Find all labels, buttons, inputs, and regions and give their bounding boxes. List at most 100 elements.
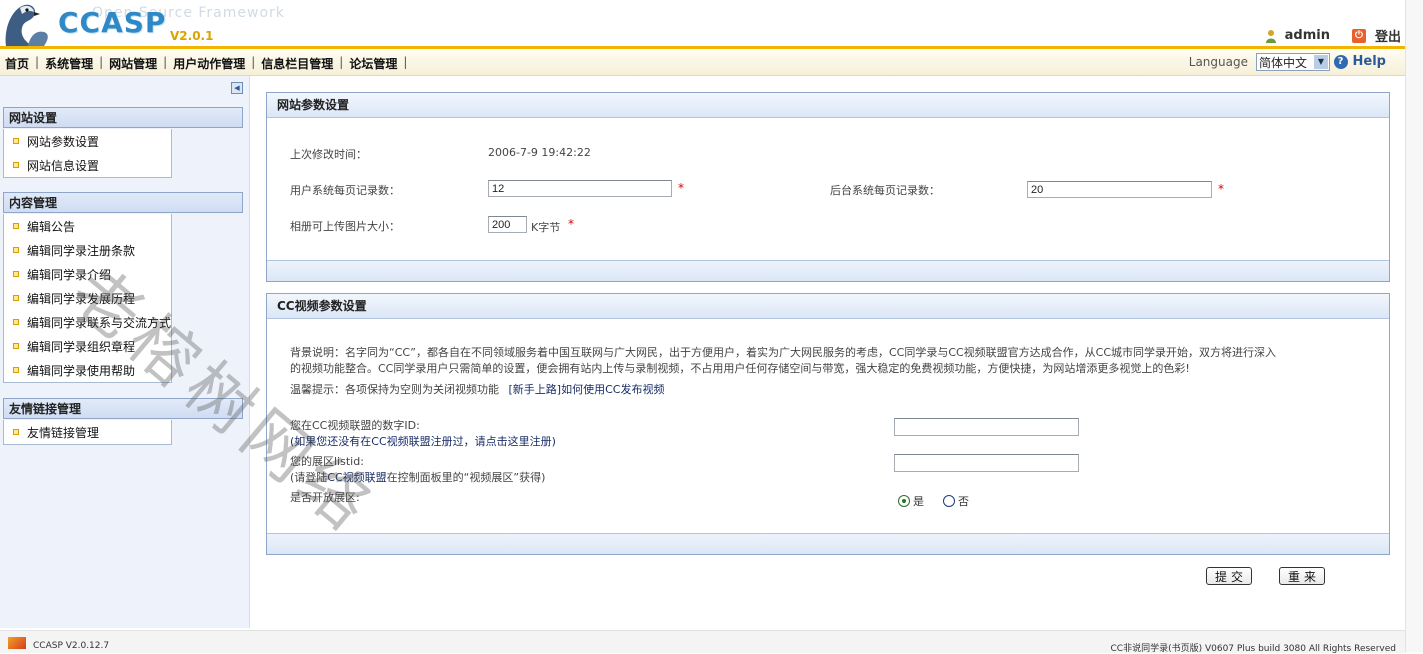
album-size-input[interactable] xyxy=(488,216,527,233)
user-area: admin ⏻ 登出 xyxy=(1265,26,1401,45)
last-modified-label: 上次修改时间： xyxy=(290,148,367,161)
how-to-link[interactable]: [新手上路]如何使用CC发布视频 xyxy=(509,383,665,396)
sidebar-item-links[interactable]: 友情链接管理 xyxy=(4,420,171,444)
language-label: Language xyxy=(1188,55,1248,69)
username[interactable]: admin xyxy=(1285,28,1330,43)
sidebar-item-announcement[interactable]: 编辑公告 xyxy=(4,214,171,238)
menu-separator: | xyxy=(339,55,344,69)
admin-records-input[interactable] xyxy=(1027,181,1212,198)
sidebar-group-links: 友情链接管理 xyxy=(3,398,243,419)
submit-button[interactable]: 提交 xyxy=(1206,567,1252,585)
user-records-label: 用户系统每页记录数： xyxy=(290,184,400,197)
radio-yes-circle[interactable] xyxy=(898,495,910,507)
main-menu: 首页 | 系统管理 | 网站管理 | 用户动作管理 | 信息栏目管理 | 论坛管理 | xyxy=(5,55,413,72)
help-label: Help xyxy=(1352,54,1386,69)
cc-union-link[interactable]: CC视频联盟 xyxy=(327,471,386,484)
sidebar-list-content: 编辑公告 编辑同学录注册条款 编辑同学录介绍 编辑同学录发展历程 编辑同学录联系… xyxy=(3,214,172,383)
tip-line: 温馨提示：各项保持为空则为关闭视频功能 [新手上路]如何使用CC发布视频 xyxy=(290,382,664,398)
sidebar-item-contact[interactable]: 编辑同学录联系与交流方式 xyxy=(4,310,171,334)
footer-copyright: CC非说同学录(书页版) V0607 Plus build 3080 All R… xyxy=(1110,644,1396,654)
sidebar: ◀ 网站设置 网站参数设置 网站信息设置 内容管理 编辑公告 编辑同学录注册条款… xyxy=(0,76,250,628)
footer-version: CCASP V2.0.12.7 xyxy=(33,641,110,651)
sidebar-list-links: 友情链接管理 xyxy=(3,420,172,445)
sidebar-item-label: 友情链接管理 xyxy=(27,425,100,440)
menu-user-actions[interactable]: 用户动作管理 xyxy=(173,55,245,72)
listid-label: 您的展区listid: xyxy=(290,455,364,468)
album-size-unit: K字节 xyxy=(531,221,561,234)
menu-system[interactable]: 系统管理 xyxy=(45,55,93,72)
menu-info-columns[interactable]: 信息栏目管理 xyxy=(261,55,333,72)
logo-version: V2.0.1 xyxy=(170,29,214,43)
help-link[interactable]: ? Help xyxy=(1333,54,1386,69)
logout-link[interactable]: 登出 xyxy=(1375,26,1401,45)
menu-site[interactable]: 网站管理 xyxy=(109,55,157,72)
bullet-icon xyxy=(13,271,19,277)
listid-input[interactable] xyxy=(894,454,1079,472)
menu-separator: | xyxy=(99,55,104,69)
required-mark: * xyxy=(1218,182,1224,196)
radio-yes[interactable]: 是 xyxy=(898,493,924,509)
listid-label-block: 您的展区listid: (请登陆CC视频联盟在控制面板里的“视频展区”获得) xyxy=(290,454,545,486)
last-modified-value: 2006-7-9 19:42:22 xyxy=(488,146,591,159)
site-params-panel: 网站参数设置 上次修改时间： 2006-7-9 19:42:22 用户系统每页记… xyxy=(266,92,1390,282)
sidebar-item-intro[interactable]: 编辑同学录介绍 xyxy=(4,262,171,286)
cc-id-label-block: 您在CC视频联盟的数字ID: (如果您还没有在CC视频联盟注册过，请点击这里注册… xyxy=(290,418,556,450)
register-link[interactable]: (如果您还没有在CC视频联盟注册过，请点击这里注册) xyxy=(290,434,556,450)
logout-icon: ⏻ xyxy=(1351,28,1366,43)
menu-home[interactable]: 首页 xyxy=(5,55,29,72)
window-scrollbar[interactable] xyxy=(1405,0,1423,652)
sidebar-item-terms[interactable]: 编辑同学录注册条款 xyxy=(4,238,171,262)
menu-separator: | xyxy=(403,55,408,69)
footer: CCASP V2.0.12.7 CC非说同学录(书页版) V0607 Plus … xyxy=(0,630,1406,654)
user-records-input[interactable] xyxy=(488,180,672,197)
help-icon: ? xyxy=(1333,54,1348,69)
sidebar-item-label: 编辑同学录介绍 xyxy=(27,267,112,282)
description-line-2: 的视频功能整合。CC同学录用户只需简单的设置，便会拥有站内上传与录制视频，不占用… xyxy=(290,362,1190,375)
chevron-down-icon[interactable]: ▼ xyxy=(1314,55,1328,69)
listid-hint-pre: (请登陆 xyxy=(290,471,328,484)
bullet-icon xyxy=(13,138,19,144)
bullet-icon xyxy=(13,319,19,325)
radio-no[interactable]: 否 xyxy=(943,493,969,509)
language-area: Language 简体中文 ▼ xyxy=(1189,53,1330,71)
parrot-logo-icon xyxy=(5,4,48,46)
background-description: 背景说明：名字同为“CC”，都各自在不同领域服务着中国互联网与广大网民，出于方便… xyxy=(290,345,1276,377)
open-area-label: 是否开放展区: xyxy=(290,491,360,504)
menu-forum[interactable]: 论坛管理 xyxy=(349,55,397,72)
admin-records-label: 后台系统每页记录数： xyxy=(830,184,940,197)
sidebar-list-site-settings: 网站参数设置 网站信息设置 xyxy=(3,129,172,178)
cc-id-input[interactable] xyxy=(894,418,1079,436)
required-mark: * xyxy=(568,217,574,231)
bullet-icon xyxy=(13,247,19,253)
cc-id-label: 您在CC视频联盟的数字ID: xyxy=(290,419,420,432)
description-line-1: 背景说明：名字同为“CC”，都各自在不同领域服务着中国互联网与广大网民，出于方便… xyxy=(290,346,1277,359)
radio-no-label: 否 xyxy=(958,495,969,508)
listid-hint: (请登陆CC视频联盟在控制面板里的“视频展区”获得) xyxy=(290,470,545,486)
sidebar-item-label: 网站参数设置 xyxy=(27,134,100,149)
radio-yes-label: 是 xyxy=(913,495,924,508)
language-select-value: 简体中文 xyxy=(1259,56,1308,70)
sidebar-item-label: 编辑同学录注册条款 xyxy=(27,243,136,258)
sidebar-item-history[interactable]: 编辑同学录发展历程 xyxy=(4,286,171,310)
sidebar-item-site-info[interactable]: 网站信息设置 xyxy=(4,153,171,177)
user-icon xyxy=(1265,29,1276,43)
sidebar-item-site-params[interactable]: 网站参数设置 xyxy=(4,129,171,153)
ccasp-icon xyxy=(8,637,26,649)
listid-hint-post: 在控制面板里的“视频展区”获得) xyxy=(386,471,546,484)
tip-text: 温馨提示：各项保持为空则为关闭视频功能 xyxy=(290,383,499,396)
bullet-icon xyxy=(13,343,19,349)
sidebar-item-label: 编辑同学录使用帮助 xyxy=(27,363,136,378)
sidebar-item-label: 编辑同学录联系与交流方式 xyxy=(27,315,172,330)
panel-title: 网站参数设置 xyxy=(267,93,1389,118)
reset-button[interactable]: 重来 xyxy=(1279,567,1325,585)
radio-no-circle[interactable] xyxy=(943,495,955,507)
bullet-icon xyxy=(13,223,19,229)
sidebar-item-label: 编辑同学录发展历程 xyxy=(27,291,136,306)
sidebar-item-help[interactable]: 编辑同学录使用帮助 xyxy=(4,358,171,382)
collapse-sidebar-icon[interactable]: ◀ xyxy=(231,82,243,94)
sidebar-item-charter[interactable]: 编辑同学录组织章程 xyxy=(4,334,171,358)
menu-separator: | xyxy=(35,55,40,69)
menu-separator: | xyxy=(251,55,256,69)
language-select[interactable]: 简体中文 ▼ xyxy=(1256,53,1330,71)
panel-footer xyxy=(267,533,1389,554)
